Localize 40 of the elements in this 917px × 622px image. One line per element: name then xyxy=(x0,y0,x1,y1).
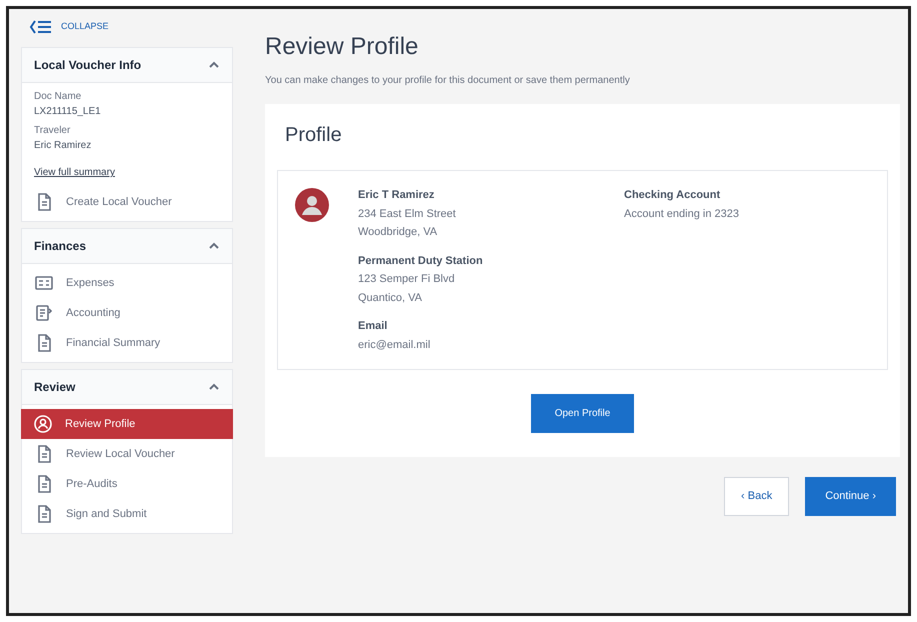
continue-button[interactable]: Continue › xyxy=(805,477,896,516)
field-value: LX211115_LE1 xyxy=(34,105,102,119)
section-header[interactable]: Local Voucher Info xyxy=(22,48,232,83)
nav-item[interactable]: Accounting xyxy=(22,298,232,328)
open-profile-button[interactable]: Open Profile xyxy=(530,394,634,433)
info-heading: Email xyxy=(358,319,388,334)
nav-item[interactable]: Financial Summary xyxy=(22,328,232,358)
page-title: Review Profile xyxy=(265,32,420,62)
nav-item[interactable]: Expenses xyxy=(22,268,232,298)
section-header[interactable]: Review xyxy=(22,370,232,405)
info-line: Account ending in 2323 xyxy=(624,206,739,222)
nav-item[interactable]: Review Profile xyxy=(21,409,233,439)
info-line: Quantico, VA xyxy=(358,290,423,306)
ledger-icon xyxy=(34,303,54,323)
nav-item[interactable]: Sign and Submit xyxy=(22,499,232,529)
info-heading: Eric T Ramirez xyxy=(358,188,436,203)
nav-item[interactable]: Pre-Audits xyxy=(22,469,232,499)
nav-item[interactable]: Review Local Voucher xyxy=(22,439,232,469)
info-line: Woodbridge, VA xyxy=(358,225,438,240)
section-title: Review xyxy=(34,379,76,396)
collapse-button[interactable]: COLLAPSE xyxy=(21,13,233,41)
nav-item[interactable]: Create Local Voucher xyxy=(22,187,232,217)
avatar-icon xyxy=(294,187,330,223)
info-heading: Permanent Duty Station xyxy=(358,254,484,268)
field-label: Traveler xyxy=(34,124,72,138)
field-label: Doc Name xyxy=(34,90,82,104)
person-icon xyxy=(33,414,53,434)
page-subtitle: You can make changes to your profile for this document or save them permanently xyxy=(265,74,631,88)
info-line: eric@email.mil xyxy=(358,338,432,352)
card-title: Profile xyxy=(284,123,343,148)
info-line: 234 East Elm Street xyxy=(358,206,457,222)
back-button[interactable]: ‹ Back xyxy=(724,477,790,516)
section-header[interactable]: Finances xyxy=(22,229,232,264)
info-heading: Checking Account xyxy=(624,188,722,203)
receipt-icon xyxy=(34,273,54,293)
section-title: Finances xyxy=(34,238,86,255)
summary-link[interactable]: View full summary xyxy=(34,167,115,178)
info-line: 123 Semper Fi Blvd xyxy=(358,272,456,287)
section-title: Local Voucher Info xyxy=(34,57,142,74)
field-value: Eric Ramirez xyxy=(34,139,92,153)
